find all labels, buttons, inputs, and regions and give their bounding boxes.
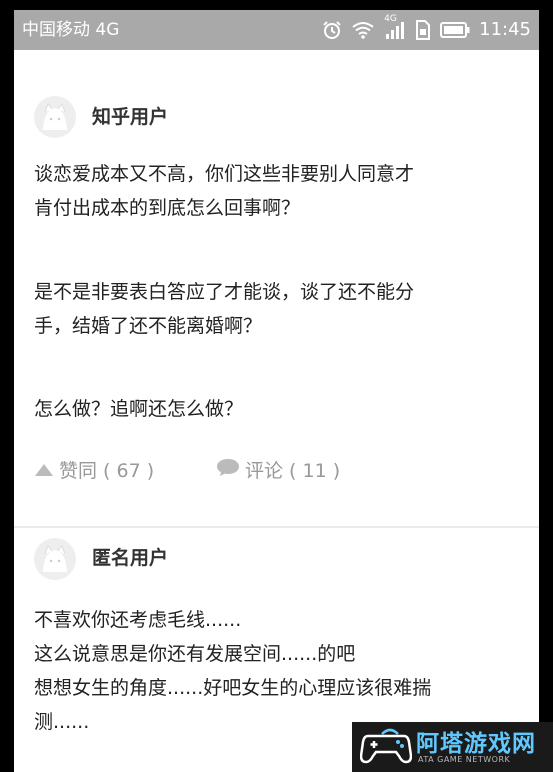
clock-time: 11:45 [479, 19, 531, 40]
comment-card: 知乎用户 谈恋爱成本又不高，你们这些非要别人同意才 肯付出成本的到底怎么回事啊？… [14, 50, 539, 527]
carrier-label: 中国移动 4G [22, 20, 120, 40]
speech-bubble-icon [216, 457, 240, 485]
comment-text-line: 谈恋爱成本又不高，你们这些非要别人同意才 [34, 163, 415, 185]
phone-screen: 中国移动 4G 4G 11:45 知乎用户 谈恋爱成本又不高，你们这些非要别人同… [14, 10, 539, 772]
comment-text-line: 不喜欢你还考虑毛线...... [34, 609, 242, 631]
sim-card-icon [415, 20, 431, 40]
comment-button[interactable]: 评论 ( 11 ) [216, 457, 340, 485]
watermark-subtitle: ATA GAME NETWORK [418, 755, 511, 764]
alarm-icon [322, 20, 342, 40]
comment-text-line: 肯付出成本的到底怎么回事啊？ [34, 197, 301, 219]
comment-text-line: 这么说意思是你还有发展空间......的吧 [34, 643, 356, 665]
wifi-icon [351, 21, 375, 39]
comment-text-line: 手，结婚了还不能离婚啊？ [34, 315, 263, 337]
username[interactable]: 知乎用户 [92, 104, 168, 130]
username[interactable]: 匿名用户 [92, 545, 168, 571]
avatar[interactable] [34, 96, 76, 138]
status-bar: 中国移动 4G 4G 11:45 [14, 10, 539, 50]
comment-text-line: 想想女生的角度......好吧女生的心理应该很难揣 [34, 677, 432, 699]
battery-icon [440, 22, 470, 38]
status-icons: 4G 11:45 [322, 14, 531, 44]
like-button[interactable]: 赞同 ( 67 ) [34, 457, 154, 485]
like-label: 赞同 ( 67 ) [59, 460, 155, 482]
comment-text-line: 是不是非要表白答应了才能谈，谈了还不能分 [34, 281, 415, 303]
watermark-title: 阿塔游戏网 [416, 731, 536, 757]
gamepad-logo-icon [359, 728, 413, 770]
comment-text-line: 怎么做？追啊还怎么做？ [34, 398, 244, 420]
network-badge: 4G [384, 14, 397, 24]
comment-count-label: 评论 ( 11 ) [245, 460, 341, 482]
cellular-signal-icon: 4G [384, 14, 406, 40]
avatar[interactable] [34, 538, 76, 580]
watermark: 阿塔游戏网 ATA GAME NETWORK [352, 722, 553, 772]
comment-text-line: 测...... [34, 711, 90, 733]
upvote-triangle-icon [34, 457, 54, 485]
